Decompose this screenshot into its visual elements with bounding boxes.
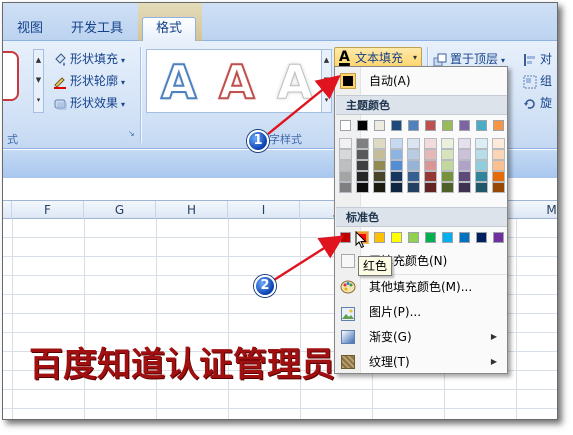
callout-badge-1: 1: [247, 130, 269, 152]
annotation-arrow-1: [267, 74, 341, 135]
annotation-arrows: [267, 74, 345, 282]
callout-badge-2: 2: [254, 275, 276, 297]
screenshot-stage: 视图 开发工具 格式 ▲ ▼ ▾ 形状填充 ▾ 形状轮廓 ▾ 形状效果 ▾ 式 ↘ A…: [0, 0, 573, 435]
annotation-arrow-2: [273, 235, 345, 282]
